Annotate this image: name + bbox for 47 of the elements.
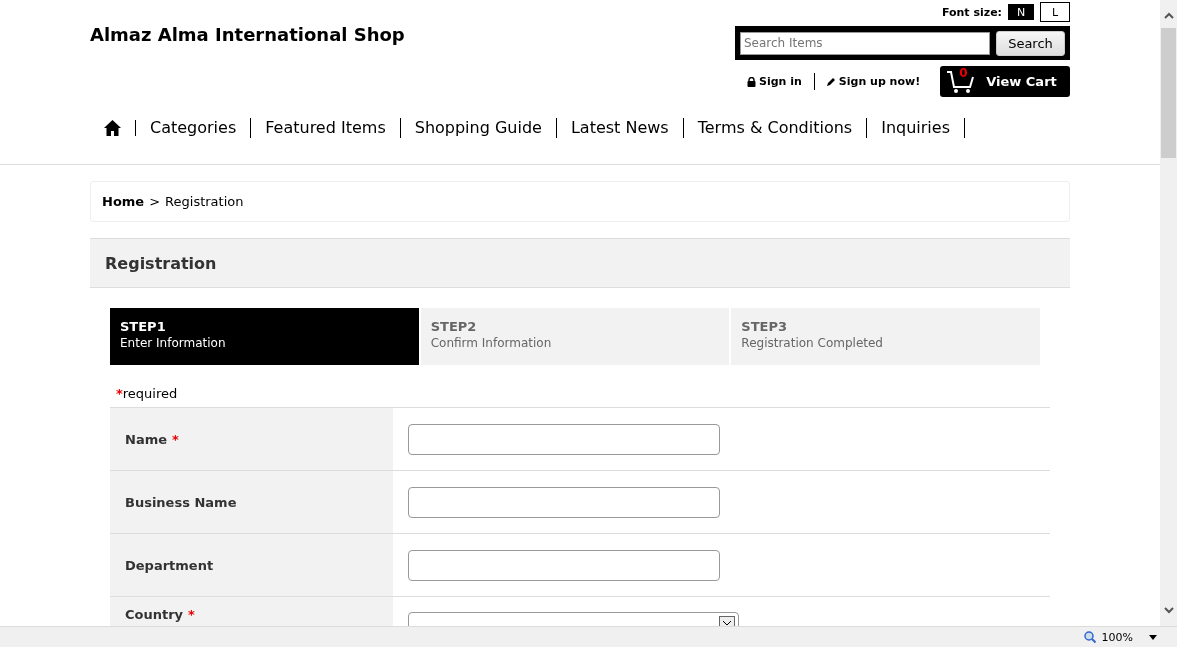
zoom-icon bbox=[1083, 631, 1096, 643]
home-icon bbox=[104, 120, 121, 136]
section-header: Registration bbox=[90, 238, 1070, 288]
nav-link[interactable]: Latest News bbox=[556, 118, 684, 138]
text-field[interactable] bbox=[408, 423, 720, 455]
caret-icon[interactable] bbox=[1149, 634, 1157, 640]
breadcrumb-home-link[interactable]: Home bbox=[102, 194, 145, 209]
search-button[interactable]: Search bbox=[996, 30, 1065, 56]
breadcrumb-current: Registration bbox=[165, 194, 244, 209]
step-label: Confirm Information bbox=[430, 336, 553, 350]
step-label: Enter Information bbox=[120, 336, 227, 350]
scroll-down-icon[interactable] bbox=[1162, 604, 1175, 616]
field-label: Name bbox=[125, 431, 167, 447]
pencil-icon bbox=[826, 77, 836, 86]
shop-title: Almaz Alma International Shop bbox=[90, 24, 405, 47]
field-label: Country bbox=[125, 607, 184, 622]
nav-link[interactable]: Shopping Guide bbox=[400, 118, 557, 138]
cart-count: 0 bbox=[959, 65, 968, 80]
sign-in-link[interactable]: Sign in bbox=[735, 75, 814, 88]
required-mark: * bbox=[172, 431, 179, 447]
lock-icon bbox=[747, 76, 756, 87]
text-field[interactable] bbox=[408, 486, 720, 518]
required-note: *required bbox=[116, 386, 178, 401]
field-label: Department bbox=[125, 557, 214, 573]
breadcrumb-separator: > bbox=[149, 194, 161, 209]
font-size-label: Font size: bbox=[941, 5, 1002, 19]
zoom-level[interactable]: 100% bbox=[1101, 630, 1133, 644]
field-label: Business Name bbox=[125, 494, 237, 510]
required-mark: * bbox=[188, 607, 195, 622]
nav-link[interactable]: Inquiries bbox=[867, 118, 965, 138]
sign-up-link[interactable]: Sign up now! bbox=[814, 75, 933, 88]
home-link[interactable] bbox=[104, 120, 136, 136]
text-field[interactable] bbox=[408, 549, 720, 581]
nav-link[interactable]: Categories bbox=[136, 118, 252, 138]
scrollbar-thumb[interactable] bbox=[1161, 28, 1176, 158]
view-cart-button[interactable]: 0 View Cart bbox=[940, 66, 1070, 97]
step-number: STEP1 bbox=[120, 319, 167, 334]
font-size-button[interactable]: L bbox=[1040, 2, 1070, 22]
cart-icon bbox=[946, 69, 977, 94]
step-number: STEP3 bbox=[741, 319, 789, 334]
step-label: Registration Completed bbox=[741, 336, 884, 350]
nav-link[interactable]: Terms & Conditions bbox=[683, 118, 868, 138]
font-size-button[interactable]: N bbox=[1008, 4, 1034, 20]
nav-link[interactable]: Featured Items bbox=[251, 118, 401, 138]
search-field[interactable]: Search Items bbox=[740, 31, 990, 55]
step-number: STEP2 bbox=[430, 319, 478, 334]
scrollbar[interactable] bbox=[1160, 0, 1177, 626]
